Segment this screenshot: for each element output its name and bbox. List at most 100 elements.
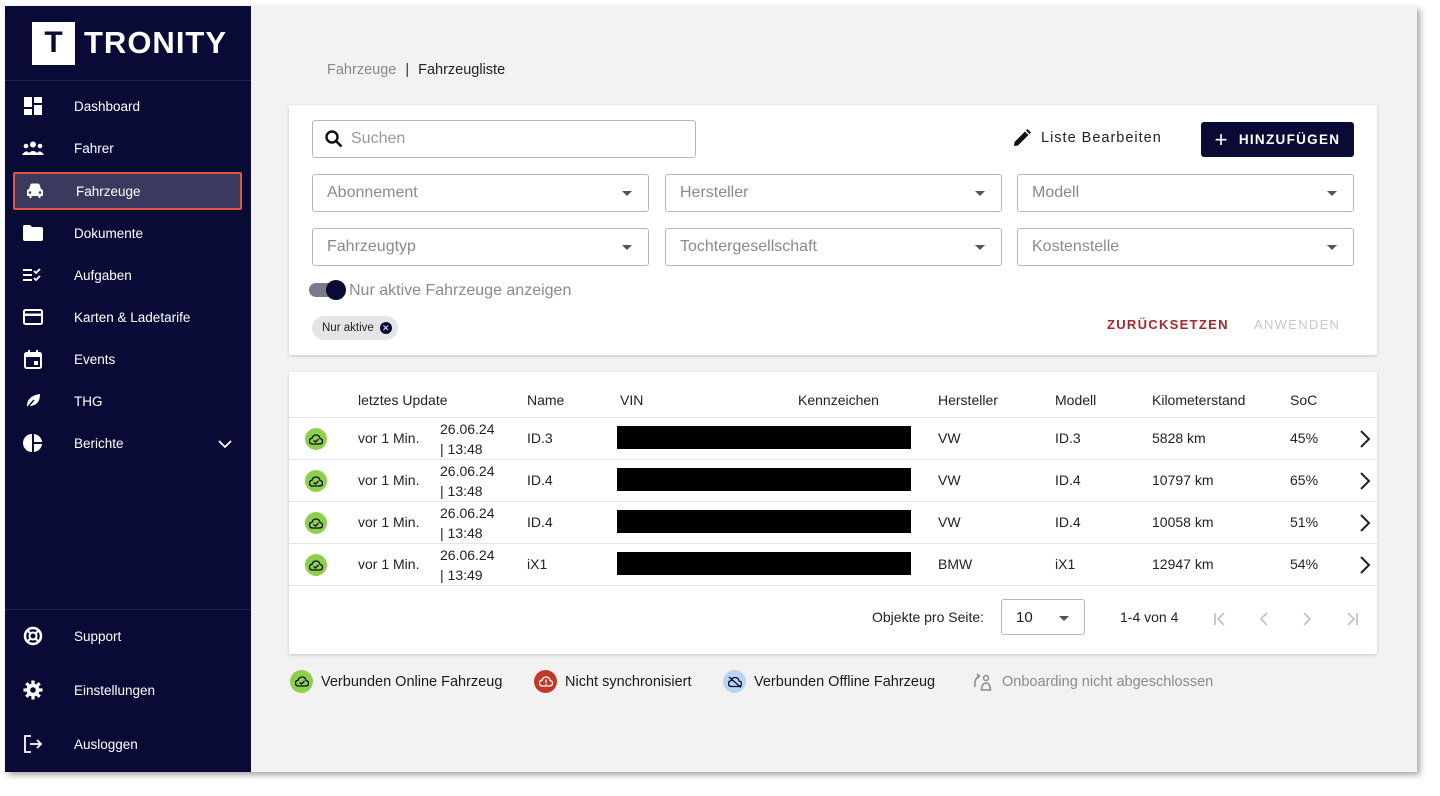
sidebar-item-fahrzeuge[interactable]: Fahrzeuge bbox=[13, 172, 242, 210]
breadcrumb-parent[interactable]: Fahrzeuge bbox=[327, 62, 396, 78]
sidebar-item-karten[interactable]: Karten & Ladetarife bbox=[13, 298, 242, 336]
caret-down-icon bbox=[975, 245, 985, 250]
filter-chip: Nur aktive ✕ bbox=[312, 316, 398, 340]
select-modell[interactable]: Modell bbox=[1017, 174, 1354, 212]
next-page-icon[interactable] bbox=[1302, 612, 1312, 626]
sidebar-item-dashboard[interactable]: Dashboard bbox=[13, 87, 242, 125]
vehicle-km: 10058 km bbox=[1152, 514, 1214, 530]
edit-list-button[interactable]: Liste Bearbeiten bbox=[1013, 129, 1162, 147]
chevron-right-icon[interactable] bbox=[1359, 429, 1371, 449]
column-header-vin[interactable]: VIN bbox=[620, 392, 643, 408]
column-header-kilometerstand[interactable]: Kilometerstand bbox=[1152, 392, 1245, 408]
sidebar-item-ausloggen[interactable]: Ausloggen bbox=[13, 725, 242, 763]
select-fahrzeugtyp[interactable]: Fahrzeugtyp bbox=[312, 228, 649, 266]
cloud-off-icon bbox=[723, 670, 746, 693]
sidebar-item-support[interactable]: Support bbox=[13, 617, 242, 655]
sidebar-item-fahrer[interactable]: Fahrer bbox=[13, 129, 242, 167]
vehicle-soc: 45% bbox=[1290, 430, 1319, 446]
vehicle-maker: VW bbox=[938, 472, 961, 488]
last-page-icon[interactable] bbox=[1345, 612, 1359, 626]
sidebar-item-label: Fahrzeuge bbox=[76, 183, 141, 199]
column-header-update[interactable]: letztes Update bbox=[358, 392, 448, 408]
sidebar-item-events[interactable]: Events bbox=[13, 340, 242, 378]
sidebar-item-berichte[interactable]: Berichte bbox=[13, 424, 242, 462]
caret-down-icon bbox=[1059, 616, 1069, 621]
update-relative: vor 1 Min. bbox=[358, 556, 420, 572]
first-page-icon[interactable] bbox=[1213, 612, 1227, 626]
apply-button[interactable]: ANWENDEN bbox=[1254, 317, 1340, 332]
vehicle-maker: VW bbox=[938, 514, 961, 530]
lifebuoy-icon bbox=[22, 625, 44, 647]
per-page-select[interactable]: 10 bbox=[1001, 599, 1085, 635]
select-hersteller[interactable]: Hersteller bbox=[665, 174, 1002, 212]
update-relative: vor 1 Min. bbox=[358, 472, 420, 488]
select-abonnement[interactable]: Abonnement bbox=[312, 174, 649, 212]
cloud-alert-icon bbox=[534, 670, 557, 693]
pencil-icon bbox=[1014, 129, 1031, 146]
table-row[interactable]: vor 1 Min. 26.06.24 | 13:48 ID.4 VW ID.4 … bbox=[289, 501, 1377, 543]
sidebar-item-einstellungen[interactable]: Einstellungen bbox=[13, 671, 242, 709]
legend-onboarding: Onboarding nicht abgeschlossen bbox=[971, 670, 1213, 693]
chevron-down-icon[interactable] bbox=[218, 434, 232, 453]
column-header-name[interactable]: Name bbox=[527, 392, 564, 408]
vehicle-soc: 51% bbox=[1290, 514, 1319, 530]
logo-text: TRONITY bbox=[84, 25, 228, 60]
column-header-soc[interactable]: SoC bbox=[1290, 392, 1317, 408]
sidebar-item-label: Dashboard bbox=[74, 98, 141, 114]
chevron-right-icon[interactable] bbox=[1359, 471, 1371, 491]
sidebar-item-label: Ausloggen bbox=[74, 736, 138, 752]
sidebar-item-dokumente[interactable]: Dokumente bbox=[13, 214, 242, 252]
prev-page-icon[interactable] bbox=[1259, 612, 1269, 626]
close-icon[interactable]: ✕ bbox=[379, 322, 392, 334]
vehicle-table: letztes Update Name VIN Kennzeichen Hers… bbox=[289, 372, 1377, 654]
calendar-icon bbox=[22, 348, 44, 370]
sidebar-item-label: Fahrer bbox=[74, 140, 114, 156]
reset-button[interactable]: ZURÜCKSETZEN bbox=[1107, 317, 1229, 332]
column-header-kennzeichen[interactable]: Kennzeichen bbox=[798, 392, 879, 408]
chevron-right-icon[interactable] bbox=[1359, 513, 1371, 533]
legend-label: Verbunden Offline Fahrzeug bbox=[754, 673, 936, 690]
vehicle-model: ID.4 bbox=[1055, 514, 1081, 530]
column-header-modell[interactable]: Modell bbox=[1055, 392, 1096, 408]
vehicle-soc: 54% bbox=[1290, 556, 1319, 572]
search-icon bbox=[325, 130, 343, 148]
sidebar-item-label: Aufgaben bbox=[74, 267, 132, 283]
chevron-right-icon[interactable] bbox=[1359, 555, 1371, 575]
toggle-knob bbox=[326, 280, 346, 300]
update-datetime: 26.06.24 | 13:48 bbox=[440, 463, 495, 499]
legend-not-synced: Nicht synchronisiert bbox=[534, 670, 692, 693]
logout-icon bbox=[22, 733, 44, 755]
table-row[interactable]: vor 1 Min. 26.06.24 | 13:48 ID.4 VW ID.4 … bbox=[289, 459, 1377, 501]
add-button[interactable]: + HINZUFÜGEN bbox=[1201, 122, 1354, 157]
caret-down-icon bbox=[1327, 191, 1337, 196]
sidebar-item-thg[interactable]: THG bbox=[13, 382, 242, 420]
people-icon bbox=[22, 137, 44, 159]
online-status-icon bbox=[305, 512, 327, 534]
active-toggle[interactable] bbox=[309, 280, 346, 300]
legend-label: Nicht synchronisiert bbox=[565, 673, 692, 690]
search-input[interactable] bbox=[351, 130, 671, 148]
onboarding-icon bbox=[971, 670, 994, 693]
column-header-hersteller[interactable]: Hersteller bbox=[938, 392, 998, 408]
logo[interactable]: T TRONITY bbox=[5, 6, 251, 81]
vehicle-model: iX1 bbox=[1055, 556, 1076, 572]
card-icon bbox=[22, 306, 44, 328]
vehicle-name: ID.4 bbox=[527, 472, 553, 488]
table-row[interactable]: vor 1 Min. 26.06.24 | 13:48 ID.3 VW ID.3 … bbox=[289, 417, 1377, 459]
search-box[interactable] bbox=[312, 120, 696, 158]
sidebar-item-label: Berichte bbox=[74, 435, 124, 451]
sidebar-item-label: Events bbox=[74, 351, 116, 367]
logo-mark: T bbox=[32, 21, 75, 65]
table-row[interactable]: vor 1 Min. 26.06.24 | 13:49 iX1 BMW iX1 1… bbox=[289, 543, 1377, 586]
vehicle-model: ID.3 bbox=[1055, 430, 1081, 446]
redacted-vin-plate bbox=[617, 510, 911, 533]
cloud-check-icon bbox=[290, 670, 313, 693]
select-label: Abonnement bbox=[327, 184, 418, 201]
vehicle-km: 10797 km bbox=[1152, 472, 1214, 488]
select-tochtergesellschaft[interactable]: Tochtergesellschaft bbox=[665, 228, 1002, 266]
vehicle-maker: BMW bbox=[938, 556, 973, 572]
select-kostenstelle[interactable]: Kostenstelle bbox=[1017, 228, 1354, 266]
online-status-icon bbox=[305, 428, 327, 450]
vehicle-name: ID.3 bbox=[527, 430, 553, 446]
sidebar-item-aufgaben[interactable]: Aufgaben bbox=[13, 256, 242, 294]
